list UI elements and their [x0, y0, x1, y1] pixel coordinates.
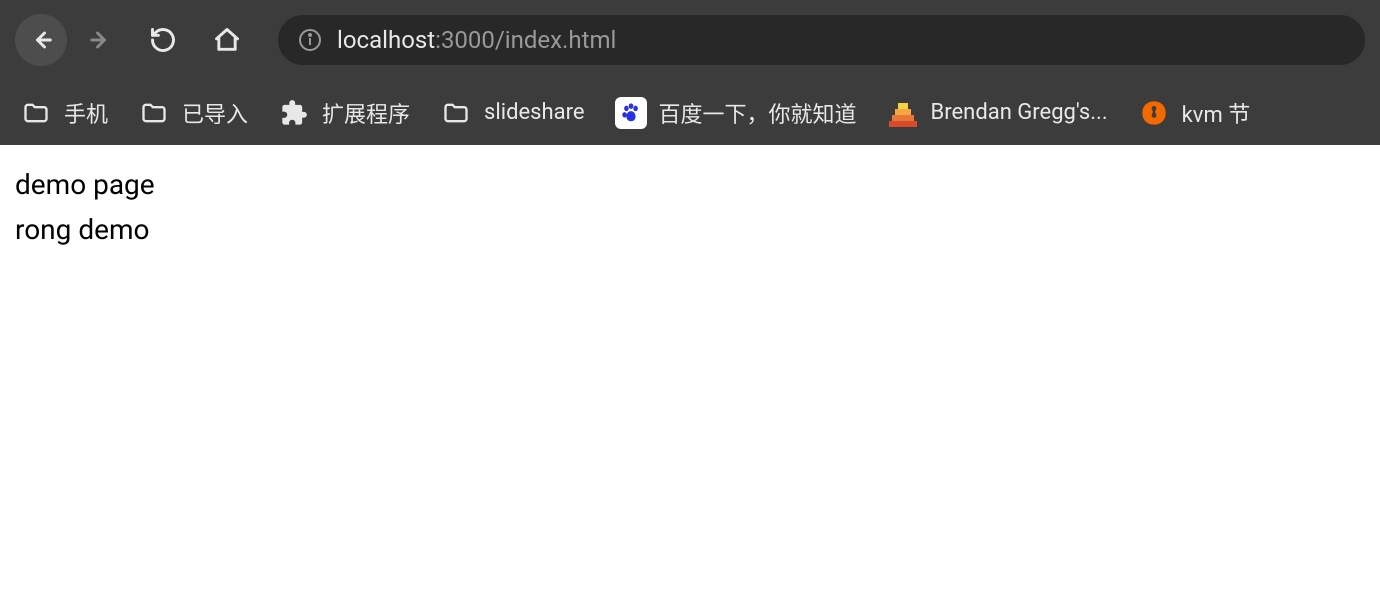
bookmark-label: 手机	[64, 97, 108, 129]
info-icon	[298, 28, 322, 52]
flame-icon	[887, 97, 919, 129]
folder-icon	[440, 97, 472, 129]
baidu-icon	[615, 97, 647, 129]
forward-button[interactable]	[75, 14, 127, 66]
url-host: localhost	[337, 26, 435, 54]
bookmark-label: kvm 节	[1182, 97, 1251, 129]
bookmark-label: 扩展程序	[322, 97, 410, 129]
page-line-1: demo page	[15, 163, 1365, 208]
bookmark-kvm[interactable]: kvm 节	[1138, 97, 1251, 129]
forward-icon	[87, 26, 115, 54]
page-line-2: rong demo	[15, 208, 1365, 253]
reload-button[interactable]	[143, 20, 183, 60]
bookmarks-bar: 手机 已导入 扩展程序 slideshare 百度一下，你就知道	[0, 80, 1380, 145]
extension-icon	[278, 97, 310, 129]
bookmark-imported[interactable]: 已导入	[138, 97, 248, 129]
browser-chrome: localhost:3000/index.html 手机 已导入 扩展程序	[0, 0, 1380, 145]
back-icon	[27, 26, 55, 54]
browser-toolbar: localhost:3000/index.html	[0, 0, 1380, 80]
bookmark-phone[interactable]: 手机	[20, 97, 108, 129]
bookmark-baidu[interactable]: 百度一下，你就知道	[615, 97, 857, 129]
page-content: demo page rong demo	[0, 145, 1380, 271]
bookmark-label: 百度一下，你就知道	[659, 97, 857, 129]
address-bar[interactable]: localhost:3000/index.html	[278, 15, 1365, 65]
back-button[interactable]	[15, 14, 67, 66]
home-button[interactable]	[207, 20, 247, 60]
bookmark-slideshare[interactable]: slideshare	[440, 97, 584, 129]
home-icon	[213, 26, 241, 54]
bookmark-label: slideshare	[484, 100, 584, 125]
reload-icon	[149, 26, 177, 54]
grafana-icon	[1138, 97, 1170, 129]
folder-icon	[138, 97, 170, 129]
bookmark-label: Brendan Gregg's...	[931, 100, 1108, 125]
bookmark-extensions[interactable]: 扩展程序	[278, 97, 410, 129]
folder-icon	[20, 97, 52, 129]
bookmark-label: 已导入	[182, 97, 248, 129]
url-path: :3000/index.html	[435, 26, 616, 54]
url-text: localhost:3000/index.html	[337, 26, 616, 54]
bookmark-brendan-gregg[interactable]: Brendan Gregg's...	[887, 97, 1108, 129]
